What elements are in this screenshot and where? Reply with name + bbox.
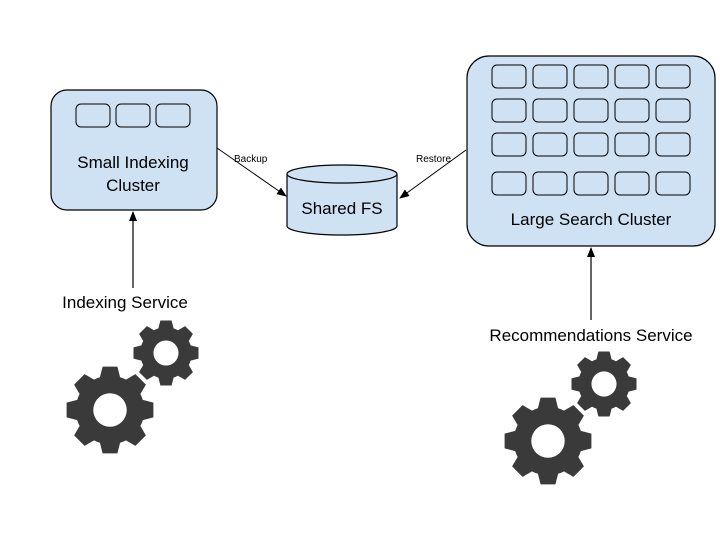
cluster-node [614, 98, 650, 123]
shared-fs-cylinder: Shared FS [286, 164, 398, 236]
gear-icon [504, 397, 592, 485]
cluster-node [115, 103, 151, 128]
cluster-node [491, 98, 527, 123]
cluster-node [75, 103, 111, 128]
large-search-cluster: Large Search Cluster [466, 55, 716, 247]
gears-icon [66, 320, 199, 454]
cluster-node [655, 64, 691, 89]
small-cluster-label-line2: Cluster [106, 176, 160, 195]
gears-icon [504, 351, 637, 485]
large-cluster-label: Large Search Cluster [511, 210, 672, 229]
cluster-node [655, 132, 691, 157]
cluster-node [614, 132, 650, 157]
cluster-node [573, 98, 609, 123]
cluster-node [614, 64, 650, 89]
gear-icon [133, 320, 199, 386]
cluster-node [655, 98, 691, 123]
architecture-diagram: Small Indexing Cluster Large Search Clus… [0, 0, 720, 540]
small-cluster-label-line1: Small Indexing [77, 153, 189, 172]
cluster-node [532, 171, 568, 196]
shared-fs-label: Shared FS [301, 199, 382, 218]
cluster-node [532, 132, 568, 157]
cluster-node [491, 171, 527, 196]
gear-icon [571, 351, 637, 417]
backup-label: Backup [234, 154, 268, 165]
restore-label: Restore [416, 154, 451, 165]
cluster-node [614, 171, 650, 196]
cluster-node [491, 64, 527, 89]
cluster-node [491, 132, 527, 157]
gear-icon [66, 366, 154, 454]
small-indexing-cluster: Small Indexing Cluster [50, 89, 218, 211]
cluster-node [573, 171, 609, 196]
cluster-node [532, 64, 568, 89]
cluster-node [155, 103, 191, 128]
cluster-node [655, 171, 691, 196]
cluster-node [573, 132, 609, 157]
cluster-node [532, 98, 568, 123]
cluster-node [573, 64, 609, 89]
indexing-service-label: Indexing Service [62, 293, 188, 312]
recommendations-service-label: Recommendations Service [489, 326, 692, 345]
